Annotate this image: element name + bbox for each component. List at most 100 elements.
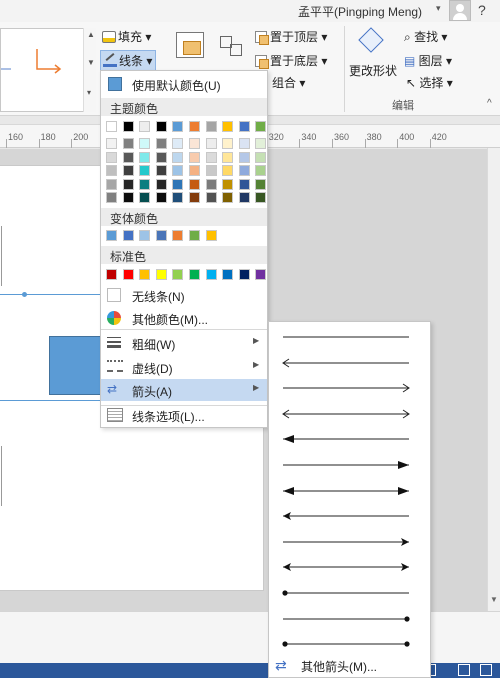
scroll-down-icon[interactable]: ▼	[490, 595, 498, 604]
theme-shade-swatch[interactable]	[122, 178, 134, 190]
theme-shade-swatch[interactable]	[255, 138, 267, 149]
standard-color-swatch[interactable]	[255, 269, 267, 280]
gallery-more-icon[interactable]: ▾	[87, 88, 91, 97]
line-button[interactable]: 线条 ▾	[100, 50, 157, 71]
menu-item-default-color[interactable]: 使用默认颜色(U)	[101, 73, 267, 95]
theme-shade-swatch[interactable]	[222, 165, 234, 177]
arrow-style-option[interactable]	[281, 581, 412, 605]
user-name[interactable]: 孟平平(Pingping Meng)	[298, 3, 422, 20]
variant-color-swatch[interactable]	[172, 230, 184, 241]
standard-color-swatch[interactable]	[172, 269, 184, 280]
vertical-scrollbar[interactable]	[487, 148, 500, 611]
layers-button[interactable]: ▤ 图层 ▾	[404, 52, 452, 69]
arrow-style-option[interactable]	[281, 453, 412, 477]
theme-shade-swatch[interactable]	[238, 151, 250, 163]
theme-shade-swatch[interactable]	[106, 165, 117, 177]
theme-shade-swatch[interactable]	[155, 138, 167, 149]
theme-shade-swatch[interactable]	[238, 192, 250, 204]
standard-color-swatch[interactable]	[139, 269, 151, 280]
fit-page-icon[interactable]	[458, 664, 470, 676]
arrow-style-option[interactable]	[281, 607, 412, 631]
theme-color-swatch[interactable]	[172, 121, 184, 132]
arrange-icon[interactable]	[176, 32, 204, 58]
gallery-scroll-up-icon[interactable]: ▲	[87, 30, 95, 39]
theme-shade-swatch[interactable]	[238, 138, 250, 149]
arrow-style-option[interactable]	[281, 427, 412, 451]
theme-shade-swatch[interactable]	[139, 192, 151, 204]
variant-color-swatch[interactable]	[122, 230, 134, 241]
shape-style-gallery[interactable]	[0, 28, 96, 112]
find-button[interactable]: ⌕ 查找 ▾	[404, 28, 447, 45]
theme-shade-swatch[interactable]	[172, 192, 184, 204]
theme-shade-swatch[interactable]	[172, 165, 184, 177]
menu-item-no-line[interactable]: 无线条(N)	[101, 284, 267, 306]
gallery-scrollbar[interactable]: ▲ ▼ ▾	[83, 28, 96, 112]
arrow-style-option[interactable]	[281, 479, 412, 503]
variant-color-swatch[interactable]	[106, 230, 117, 241]
standard-color-swatch[interactable]	[238, 269, 250, 280]
menu-item-more-colors[interactable]: 其他颜色(M)...	[101, 307, 267, 329]
theme-color-swatch[interactable]	[189, 121, 200, 132]
canvas-rectangle-shape[interactable]	[49, 336, 101, 395]
select-button[interactable]: ↖ 选择 ▾	[406, 74, 453, 91]
theme-shade-swatch[interactable]	[122, 138, 134, 149]
arrow-style-option[interactable]	[281, 402, 412, 426]
arrow-style-option[interactable]	[281, 555, 412, 579]
menu-item-line-options[interactable]: 线条选项(L)...	[101, 404, 267, 426]
theme-shade-swatch[interactable]	[205, 165, 217, 177]
arrow-style-option[interactable]	[281, 376, 412, 400]
theme-shade-swatch[interactable]	[205, 192, 217, 204]
theme-shade-swatch[interactable]	[106, 151, 117, 163]
theme-shade-swatch[interactable]	[189, 138, 200, 149]
standard-color-swatch[interactable]	[222, 269, 234, 280]
theme-shade-swatch[interactable]	[205, 138, 217, 149]
theme-shade-swatch[interactable]	[122, 151, 134, 163]
theme-color-swatch[interactable]	[222, 121, 234, 132]
theme-shade-swatch[interactable]	[139, 151, 151, 163]
theme-shade-swatch[interactable]	[222, 178, 234, 190]
menu-item-more-arrows[interactable]: ⇄ 其他箭头(M)...	[273, 655, 430, 677]
menu-item-dash[interactable]: 虚线(D) ▶	[101, 356, 267, 378]
theme-shade-swatch[interactable]	[122, 165, 134, 177]
switch-windows-icon[interactable]	[480, 664, 492, 676]
theme-shade-swatch[interactable]	[255, 151, 267, 163]
menu-item-weight[interactable]: 粗细(W) ▶	[101, 332, 267, 354]
menu-item-arrows[interactable]: ⇄ 箭头(A) ▶	[101, 379, 267, 401]
theme-shade-swatch[interactable]	[106, 138, 117, 149]
connector-line-lower[interactable]	[0, 400, 102, 401]
theme-shade-swatch[interactable]	[172, 178, 184, 190]
bring-to-front-button[interactable]: 置于顶层 ▾	[255, 28, 327, 45]
theme-color-swatch[interactable]	[139, 121, 151, 132]
theme-shade-swatch[interactable]	[139, 138, 151, 149]
theme-shade-swatch[interactable]	[255, 165, 267, 177]
theme-shade-swatch[interactable]	[255, 192, 267, 204]
theme-shade-swatch[interactable]	[205, 178, 217, 190]
help-button[interactable]: ?	[478, 2, 486, 18]
theme-shade-swatch[interactable]	[106, 178, 117, 190]
theme-shade-swatch[interactable]	[222, 192, 234, 204]
theme-color-swatch[interactable]	[205, 121, 217, 132]
connector-point[interactable]	[22, 292, 27, 297]
theme-shade-swatch[interactable]	[189, 165, 200, 177]
theme-shade-swatch[interactable]	[222, 138, 234, 149]
theme-color-swatch[interactable]	[122, 121, 134, 132]
theme-shade-swatch[interactable]	[189, 151, 200, 163]
send-to-back-button[interactable]: 置于底层 ▾	[255, 52, 327, 69]
arrow-style-option[interactable]	[281, 325, 412, 349]
gallery-scroll-down-icon[interactable]: ▼	[87, 58, 95, 67]
theme-shade-swatch[interactable]	[238, 165, 250, 177]
theme-color-swatch[interactable]	[106, 121, 117, 132]
arrow-style-option[interactable]	[281, 504, 412, 528]
theme-shade-swatch[interactable]	[155, 178, 167, 190]
theme-shade-swatch[interactable]	[139, 165, 151, 177]
variant-color-swatch[interactable]	[189, 230, 200, 241]
theme-color-swatch[interactable]	[238, 121, 250, 132]
change-shape-button[interactable]: 更改形状	[349, 62, 397, 79]
theme-shade-swatch[interactable]	[189, 178, 200, 190]
arrow-style-option[interactable]	[281, 530, 412, 554]
variant-color-swatch[interactable]	[205, 230, 217, 241]
theme-shade-swatch[interactable]	[205, 151, 217, 163]
group-button[interactable]: 组合 ▾	[272, 74, 305, 91]
theme-shade-swatch[interactable]	[155, 165, 167, 177]
theme-shade-swatch[interactable]	[139, 178, 151, 190]
